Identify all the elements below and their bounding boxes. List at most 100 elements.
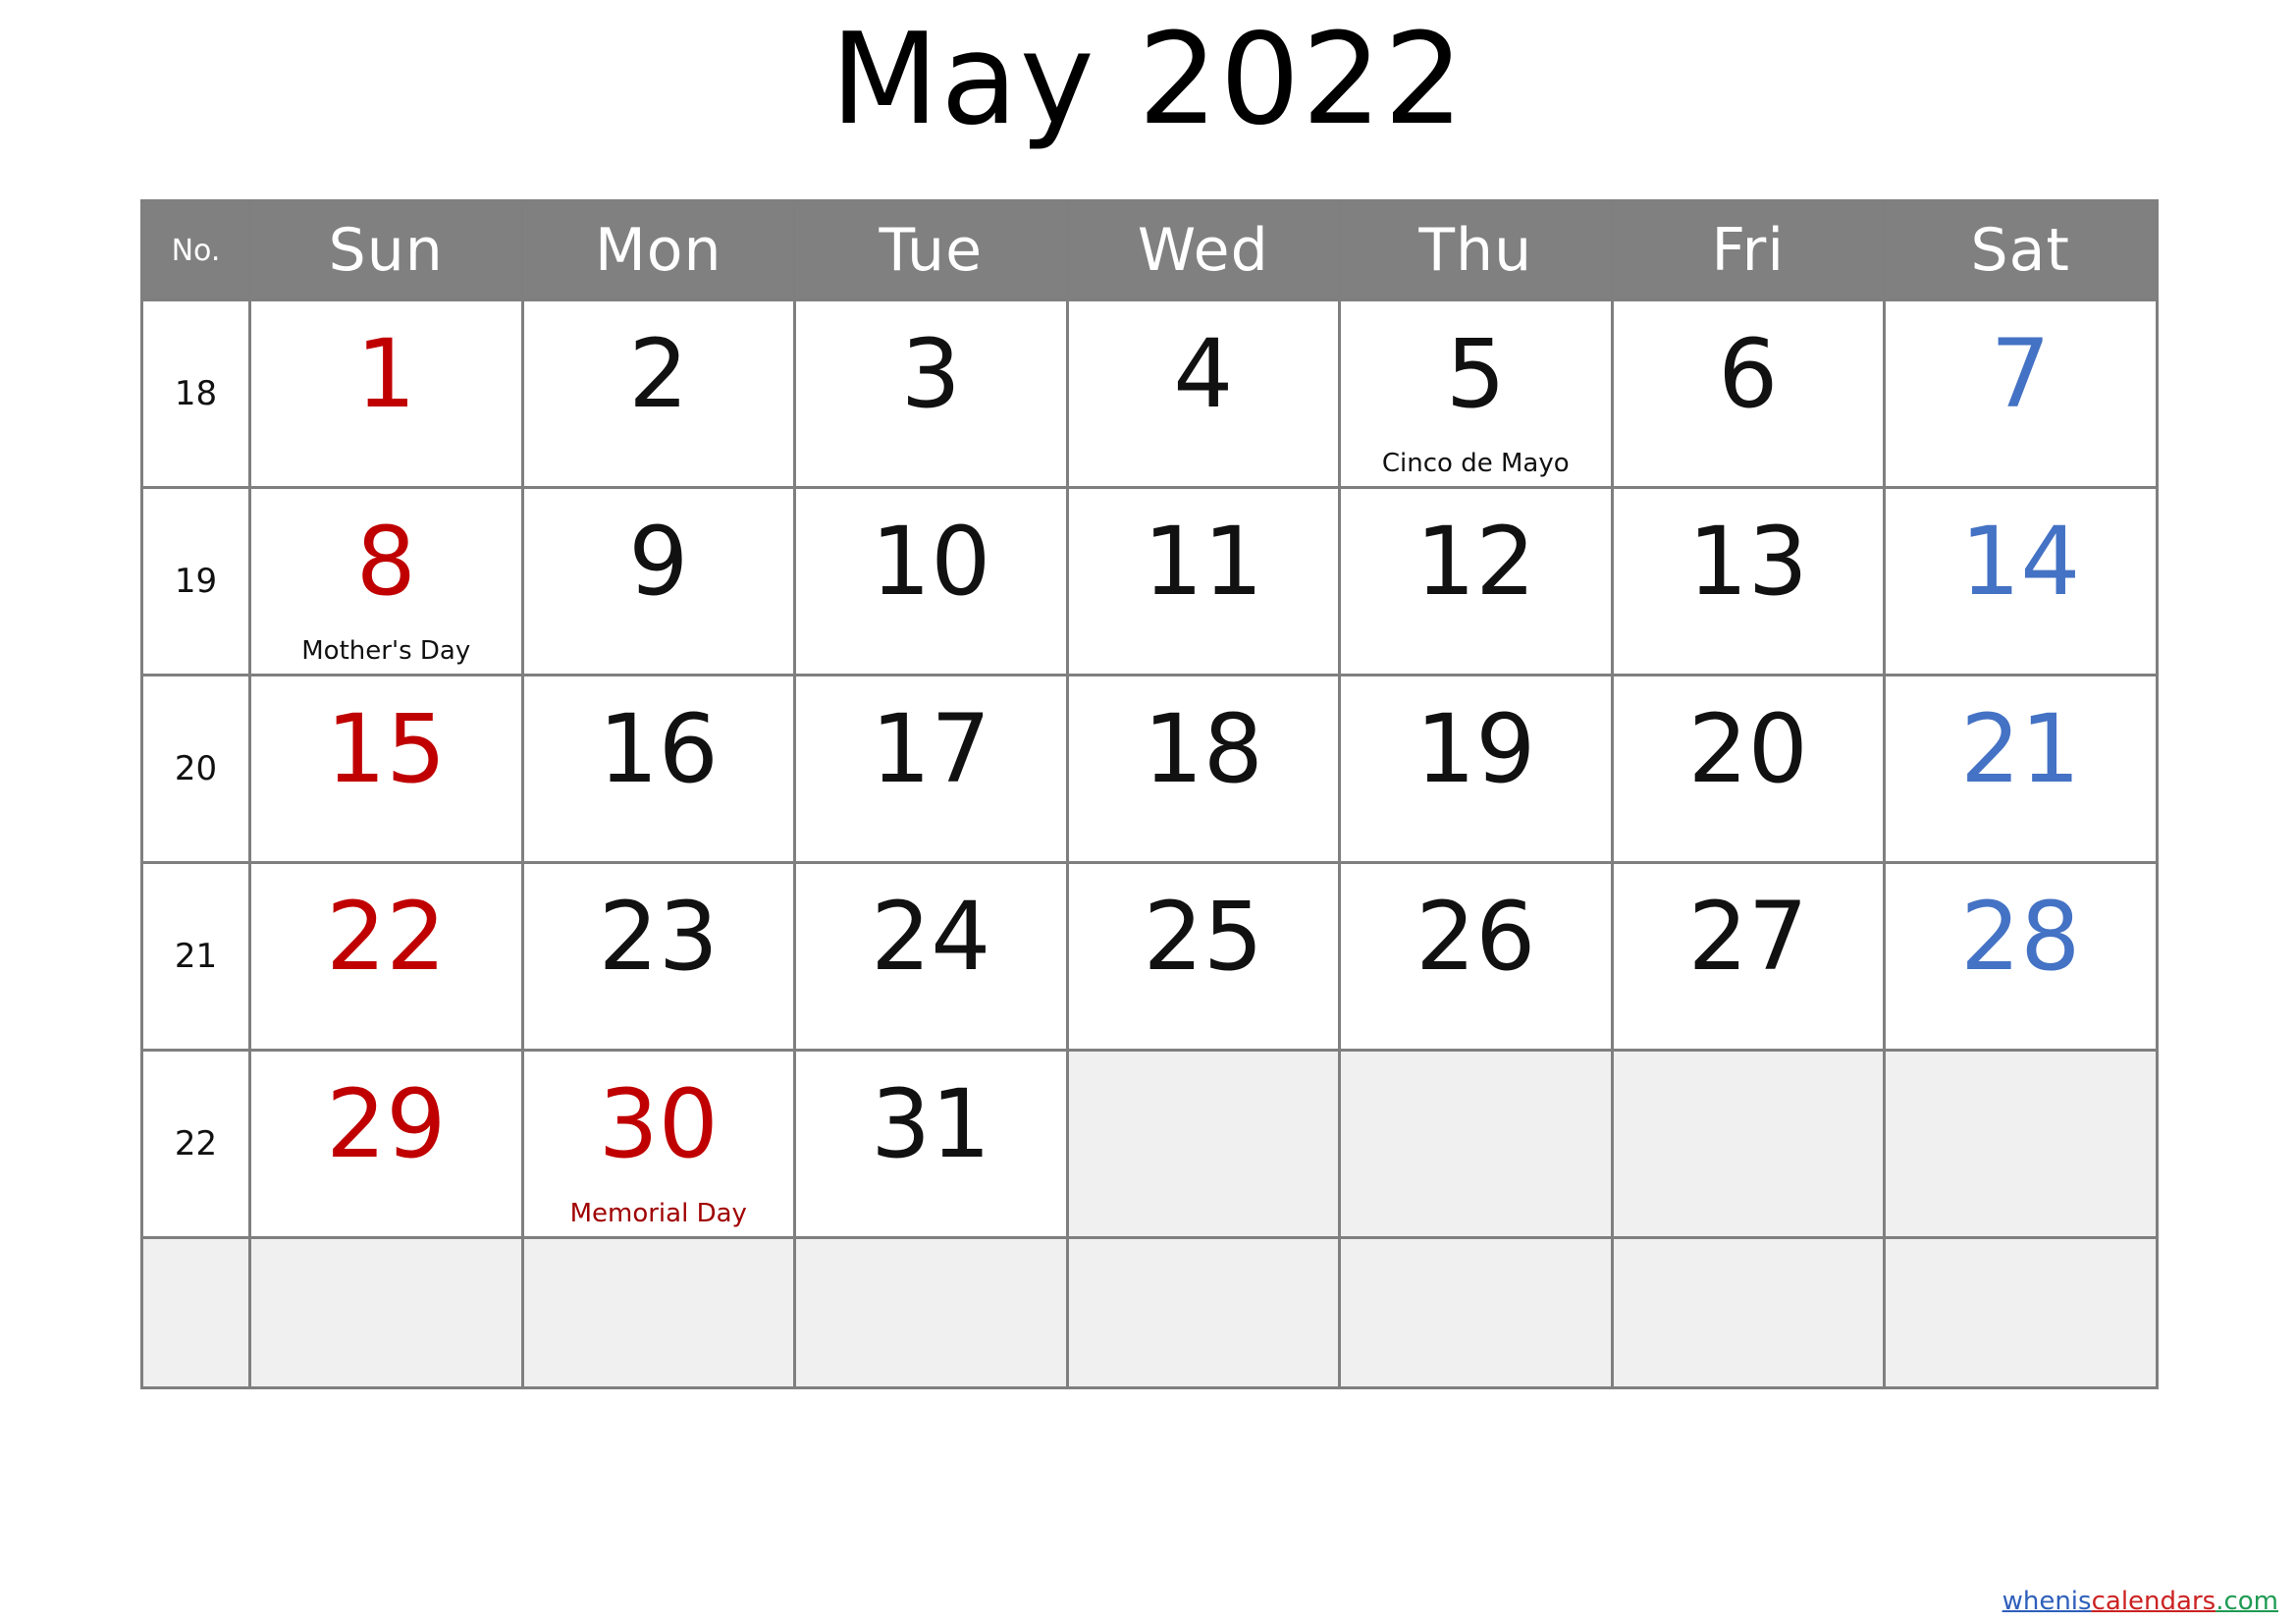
- calendar-day-cell[interactable]: 2: [520, 298, 796, 489]
- calendar-day-cell[interactable]: 7: [1883, 298, 2159, 489]
- calendar-day-cell[interactable]: 17: [793, 674, 1069, 864]
- calendar-day-cell[interactable]: 20: [1610, 674, 1886, 864]
- calendar-empty-cell: [248, 1236, 524, 1389]
- watermark-part-3: .com: [2216, 1587, 2278, 1616]
- calendar-header-row: No. Sun Mon Tue Wed Thu Fri Sat: [140, 199, 2159, 301]
- day-header-fri: Fri: [1610, 199, 1886, 301]
- calendar-empty-cell: [1883, 1049, 2159, 1239]
- calendar-empty-cell: [1610, 1049, 1886, 1239]
- day-number: 6: [1718, 319, 1779, 429]
- day-number: 10: [871, 507, 991, 617]
- calendar-day-cell[interactable]: 10: [793, 486, 1069, 677]
- calendar-day-cell[interactable]: 22: [248, 861, 524, 1052]
- calendar-day-cell[interactable]: 3: [793, 298, 1069, 489]
- site-watermark[interactable]: wheniscalendars.com: [2002, 1589, 2278, 1614]
- calendar-day-cell[interactable]: 28: [1883, 861, 2159, 1052]
- calendar-day-cell[interactable]: 24: [793, 861, 1069, 1052]
- day-header-wed: Wed: [1065, 199, 1341, 301]
- calendar-day-cell[interactable]: 6: [1610, 298, 1886, 489]
- day-number: 4: [1173, 319, 1234, 429]
- calendar-empty-cell: [1338, 1049, 1614, 1239]
- calendar-day-cell[interactable]: 21: [1883, 674, 2159, 864]
- holiday-label: Mother's Day: [301, 636, 471, 667]
- calendar-day-cell[interactable]: 11: [1065, 486, 1341, 677]
- day-number: 15: [326, 694, 447, 804]
- calendar-week-row: 21 22 23 24 25 26 27 28: [140, 861, 2159, 1052]
- calendar-week-row: 19 8 Mother's Day 9 10 11 12 13 14: [140, 486, 2159, 677]
- calendar-day-cell[interactable]: 29: [248, 1049, 524, 1239]
- calendar-day-cell[interactable]: 13: [1610, 486, 1886, 677]
- day-number: 7: [1990, 319, 2051, 429]
- watermark-part-1: whenis: [2002, 1587, 2092, 1616]
- day-header-tue: Tue: [793, 199, 1069, 301]
- day-number: 14: [1960, 507, 2081, 617]
- calendar-day-cell[interactable]: 5 Cinco de Mayo: [1338, 298, 1614, 489]
- calendar-day-cell[interactable]: 1: [248, 298, 524, 489]
- day-number: 1: [355, 319, 416, 429]
- week-number-cell: 20: [140, 674, 251, 864]
- calendar-empty-cell: [1065, 1049, 1341, 1239]
- day-number: 23: [598, 882, 719, 992]
- calendar-day-cell[interactable]: 31: [793, 1049, 1069, 1239]
- calendar-day-cell[interactable]: 9: [520, 486, 796, 677]
- week-number-cell: [140, 1236, 251, 1389]
- day-number: 26: [1415, 882, 1536, 992]
- day-number: 5: [1445, 319, 1506, 429]
- calendar-week-row: [140, 1236, 2159, 1389]
- holiday-label: Cinco de Mayo: [1381, 449, 1570, 479]
- calendar-day-cell[interactable]: 18: [1065, 674, 1341, 864]
- day-number: 29: [326, 1069, 447, 1179]
- day-number: 13: [1687, 507, 1808, 617]
- day-number: 16: [598, 694, 719, 804]
- calendar-week-row: 20 15 16 17 18 19 20 21: [140, 674, 2159, 864]
- calendar-body: 18 1 2 3 4 5 Cinco de Mayo 6 7 19 8 Mother's Day 9 10…: [140, 298, 2159, 1389]
- day-number: 11: [1143, 507, 1263, 617]
- calendar-grid: No. Sun Mon Tue Wed Thu Fri Sat 18 1 2 3 4 5 C…: [140, 199, 2159, 1389]
- day-number: 8: [355, 507, 416, 617]
- day-number: 2: [628, 319, 689, 429]
- calendar-day-cell[interactable]: 26: [1338, 861, 1614, 1052]
- week-number-cell: 22: [140, 1049, 251, 1239]
- calendar-empty-cell: [520, 1236, 796, 1389]
- calendar-day-cell[interactable]: 19: [1338, 674, 1614, 864]
- calendar-empty-cell: [1610, 1236, 1886, 1389]
- day-number: 19: [1415, 694, 1536, 804]
- day-number: 20: [1687, 694, 1808, 804]
- calendar-day-cell[interactable]: 4: [1065, 298, 1341, 489]
- day-header-thu: Thu: [1338, 199, 1614, 301]
- day-number: 25: [1143, 882, 1263, 992]
- calendar-empty-cell: [1065, 1236, 1341, 1389]
- day-number: 28: [1960, 882, 2081, 992]
- day-header-sun: Sun: [248, 199, 524, 301]
- calendar-day-cell[interactable]: 25: [1065, 861, 1341, 1052]
- day-number: 9: [628, 507, 689, 617]
- day-number: 12: [1415, 507, 1536, 617]
- day-number: 3: [900, 319, 961, 429]
- week-number-cell: 18: [140, 298, 251, 489]
- calendar-day-cell[interactable]: 16: [520, 674, 796, 864]
- day-number: 18: [1143, 694, 1263, 804]
- day-number: 17: [871, 694, 991, 804]
- calendar-empty-cell: [1338, 1236, 1614, 1389]
- day-number: 24: [871, 882, 991, 992]
- day-header-sat: Sat: [1883, 199, 2159, 301]
- calendar-day-cell[interactable]: 27: [1610, 861, 1886, 1052]
- calendar-day-cell[interactable]: 30 Memorial Day: [520, 1049, 796, 1239]
- week-number-header: No.: [140, 199, 251, 301]
- watermark-part-2: calendars: [2091, 1587, 2216, 1616]
- day-number: 22: [326, 882, 447, 992]
- calendar-day-cell[interactable]: 23: [520, 861, 796, 1052]
- holiday-label: Memorial Day: [569, 1199, 747, 1229]
- calendar-empty-cell: [1883, 1236, 2159, 1389]
- calendar-day-cell[interactable]: 15: [248, 674, 524, 864]
- calendar-page: May 2022 No. Sun Mon Tue Wed Thu Fri Sat…: [0, 0, 2296, 1624]
- calendar-week-row: 22 29 30 Memorial Day 31: [140, 1049, 2159, 1239]
- day-number: 30: [598, 1069, 719, 1179]
- calendar-empty-cell: [793, 1236, 1069, 1389]
- calendar-day-cell[interactable]: 14: [1883, 486, 2159, 677]
- week-number-cell: 21: [140, 861, 251, 1052]
- day-number: 21: [1960, 694, 2081, 804]
- calendar-day-cell[interactable]: 8 Mother's Day: [248, 486, 524, 677]
- day-number: 27: [1687, 882, 1808, 992]
- calendar-day-cell[interactable]: 12: [1338, 486, 1614, 677]
